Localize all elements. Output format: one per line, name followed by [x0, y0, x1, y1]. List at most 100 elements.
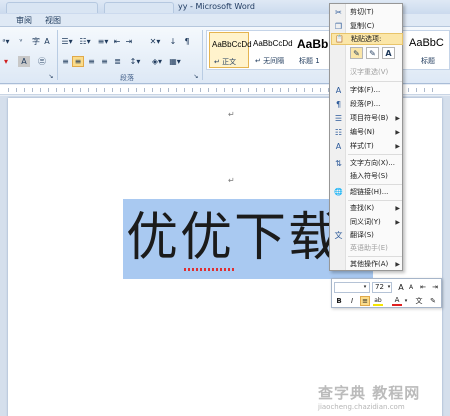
- shrink-font-icon[interactable]: A: [406, 282, 416, 292]
- numbering-icon: ☷: [334, 127, 343, 137]
- menu-item-numbering[interactable]: ☷ 编号(N) ▶: [331, 126, 403, 138]
- chevron-down-icon[interactable]: ▾: [384, 282, 394, 292]
- submenu-arrow-icon: ▶: [395, 204, 400, 212]
- menu-item-copy[interactable]: ❐ 复制(C): [331, 20, 403, 32]
- submenu-arrow-icon: ▶: [395, 128, 400, 136]
- menu-item-lookup[interactable]: 查找(K) ▶: [331, 202, 403, 214]
- style-name: ↵ 正文: [214, 58, 237, 66]
- increase-indent-icon[interactable]: ⇥: [124, 36, 134, 47]
- increase-indent-icon[interactable]: ⇥: [430, 282, 440, 292]
- menu-label: 其他操作(A): [350, 260, 389, 268]
- phonetic-guide-icon[interactable]: ᵛ: [16, 36, 26, 47]
- menu-separator: [348, 184, 402, 185]
- styles-gallery: AaBbCcDd ↵ 正文 AaBbCcDd ↵ 无间隔 AaBb 标题 1 A…: [206, 30, 450, 70]
- watermark-text: 查字典 教程网: [318, 384, 421, 402]
- line-spacing-icon[interactable]: ↕▾: [128, 56, 142, 67]
- watermark: 查字典 教程网 jiaocheng.chazidian.com: [318, 382, 448, 416]
- menu-label: 复制(C): [350, 22, 375, 30]
- paste-text-only-icon[interactable]: A: [382, 47, 395, 59]
- bullets-icon[interactable]: ☰▾: [60, 36, 74, 47]
- taskbar-tab-blank[interactable]: [6, 2, 98, 13]
- enclose-icon[interactable]: ㊂: [36, 56, 48, 67]
- style-title[interactable]: AaBbC 标题: [407, 32, 449, 68]
- hyperlink-icon: 🌐: [334, 188, 343, 196]
- change-case-icon[interactable]: ᵃ▾: [0, 36, 12, 47]
- chevron-down-icon[interactable]: ▾: [401, 296, 411, 306]
- menu-item-additional-actions[interactable]: 其他操作(A) ▶: [331, 258, 403, 270]
- distributed-icon[interactable]: ≣: [112, 56, 123, 67]
- style-name: 标题: [421, 57, 435, 65]
- menu-label: 英语助手(E): [350, 244, 388, 252]
- menu-label: 文字方向(X)...: [350, 159, 395, 167]
- submenu-arrow-icon: ▶: [395, 114, 400, 122]
- mini-toolbar: ▾ 72 ▾ A A ⇤ ⇥ B I ≡ ab A ▾ 文 ✎: [331, 278, 442, 308]
- tab-view[interactable]: 视图: [45, 15, 61, 26]
- justify-icon[interactable]: ≡: [99, 56, 110, 67]
- scissors-icon: ✂: [335, 7, 342, 17]
- font-group-launcher-icon[interactable]: ↘: [47, 71, 55, 82]
- char-shading-icon[interactable]: A: [18, 56, 30, 67]
- highlight-icon[interactable]: ab: [373, 296, 383, 306]
- borders-icon[interactable]: ▦▾: [168, 56, 182, 67]
- decrease-indent-icon[interactable]: ⇤: [112, 36, 122, 47]
- menu-label: 段落(P)...: [350, 100, 381, 108]
- menu-label: 插入符号(S): [350, 172, 388, 180]
- menu-label: 样式(T): [350, 142, 374, 150]
- tab-review[interactable]: 审阅: [16, 15, 32, 26]
- style-heading-1[interactable]: AaBb 标题 1: [295, 32, 329, 68]
- char-border-icon[interactable]: A: [42, 36, 52, 47]
- format-painter-icon[interactable]: ✎: [428, 296, 438, 306]
- menu-item-insert-symbol[interactable]: 插入符号(S): [331, 170, 403, 182]
- menu-item-hyperlink[interactable]: 🌐 超链接(H)...: [331, 186, 403, 198]
- grow-font-icon[interactable]: A: [396, 282, 406, 292]
- style-no-spacing[interactable]: AaBbCcDd ↵ 无间隔: [251, 32, 293, 68]
- sort-icon[interactable]: ↓: [168, 36, 178, 47]
- font-color-icon[interactable]: ▾: [0, 56, 12, 67]
- bold-icon[interactable]: B: [334, 296, 344, 306]
- decrease-indent-icon[interactable]: ⇤: [418, 282, 428, 292]
- group-separator: [202, 30, 203, 80]
- chinese-layout-icon[interactable]: ✕▾: [148, 36, 162, 47]
- menu-separator: [348, 81, 402, 82]
- paragraph-group-launcher-icon[interactable]: ↘: [192, 71, 200, 82]
- menu-separator: [348, 256, 402, 257]
- shading-icon[interactable]: ◈▾: [150, 56, 164, 67]
- menu-label: 超链接(H)...: [350, 188, 389, 196]
- style-sample: AaBbC: [409, 37, 444, 49]
- text-direction-icon: ⇅: [335, 158, 342, 168]
- submenu-arrow-icon: ▶: [395, 142, 400, 150]
- menu-item-font[interactable]: A 字体(F)...: [331, 84, 403, 96]
- paste-keep-formatting-icon[interactable]: ✎: [350, 47, 363, 59]
- align-left-icon[interactable]: ≡: [60, 56, 71, 67]
- align-right-icon[interactable]: ≡: [86, 56, 97, 67]
- enclose-char-icon[interactable]: 字: [30, 36, 42, 47]
- menu-item-reconvert: 汉字重选(V): [331, 66, 403, 78]
- italic-icon[interactable]: I: [347, 296, 357, 306]
- paste-merge-formatting-icon[interactable]: ✎: [366, 47, 379, 59]
- copy-icon: ❐: [334, 21, 343, 31]
- style-sample: AaBbCcDd: [212, 40, 252, 49]
- show-marks-icon[interactable]: ¶: [182, 36, 192, 47]
- menu-item-cut[interactable]: ✂ 剪切(T): [331, 6, 403, 18]
- menu-label: 同义词(Y): [350, 218, 381, 226]
- menu-item-synonyms[interactable]: 同义词(Y) ▶: [331, 216, 403, 228]
- menu-item-paste-options[interactable]: 📋 粘贴选项:: [331, 33, 403, 45]
- taskbar-tab-blank-2[interactable]: [104, 2, 174, 13]
- center-align-icon[interactable]: ≡: [360, 296, 370, 306]
- bullets-icon: ☰: [334, 113, 343, 123]
- menu-separator: [348, 200, 402, 201]
- align-center-icon[interactable]: ≡: [72, 56, 84, 67]
- style-name: 标题 1: [299, 57, 320, 65]
- menu-item-translate[interactable]: 文 翻译(S): [331, 229, 403, 241]
- menu-item-text-direction[interactable]: ⇅ 文字方向(X)...: [331, 157, 403, 169]
- menu-item-paragraph[interactable]: ¶ 段落(P)...: [331, 98, 403, 110]
- numbering-icon[interactable]: ☷▾: [78, 36, 92, 47]
- style-normal[interactable]: AaBbCcDd ↵ 正文: [209, 32, 252, 68]
- phonetic-guide-icon[interactable]: 文: [414, 296, 424, 306]
- selected-text[interactable]: 优优下载: [126, 206, 342, 270]
- chevron-down-icon[interactable]: ▾: [360, 282, 370, 292]
- menu-item-styles[interactable]: A 样式(T) ▶: [331, 140, 403, 152]
- multilevel-list-icon[interactable]: ≡▾: [96, 36, 110, 47]
- menu-item-bullets[interactable]: ☰ 项目符号(B) ▶: [331, 112, 403, 124]
- style-sample: AaBb: [297, 37, 329, 51]
